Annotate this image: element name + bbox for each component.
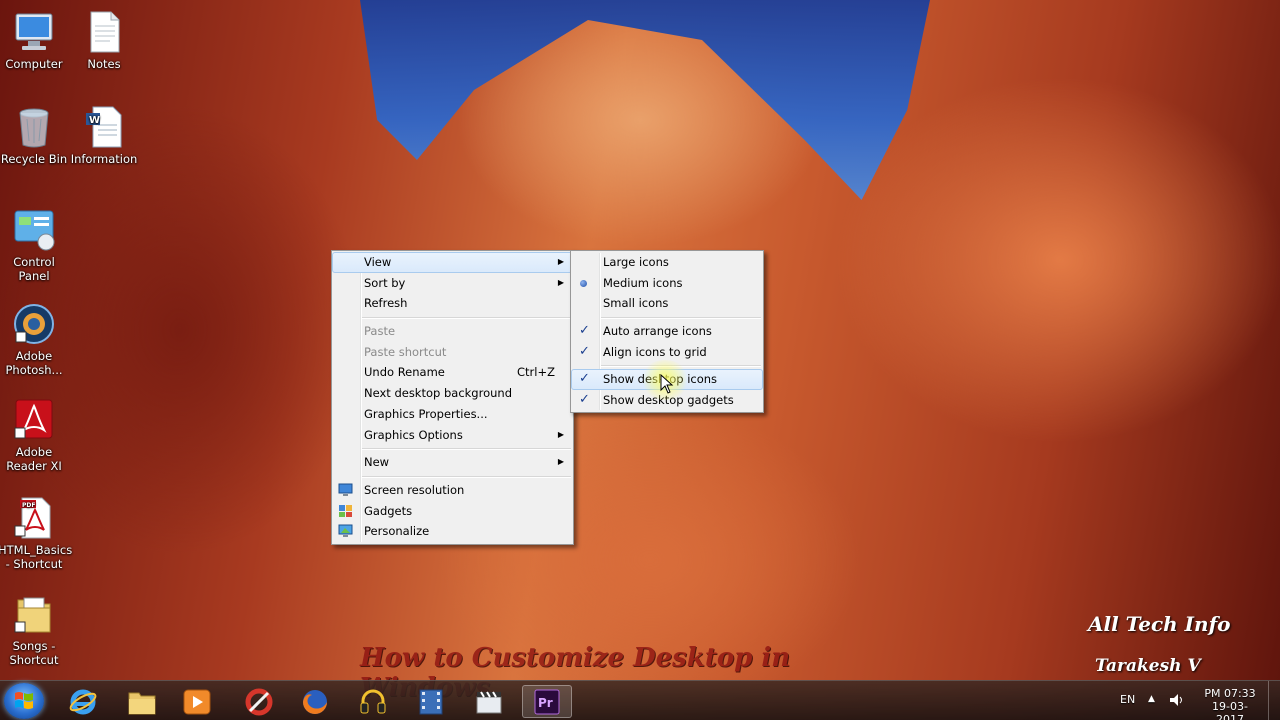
- desktop-context-menu: View ▶ Sort by ▶ Refresh Paste Paste short…: [331, 250, 574, 545]
- menu-item-auto-arrange-icons[interactable]: ✓ Auto arrange icons: [571, 321, 763, 342]
- internet-explorer-icon: [69, 689, 97, 714]
- submenu-arrow-icon: ▶: [557, 257, 564, 266]
- pdf-file-icon: PDF: [12, 496, 56, 540]
- menu-item-undo-rename[interactable]: Undo Rename Ctrl+Z: [332, 362, 573, 383]
- taskbar-clapperboard-app[interactable]: [464, 685, 514, 718]
- taskbar-premiere[interactable]: Pr: [522, 685, 572, 718]
- wallpaper-sky: [360, 0, 930, 200]
- menu-item-refresh[interactable]: Refresh: [332, 293, 573, 314]
- taskbar: Pr EN ▲ PM 07:33 19-03-2017: [0, 680, 1280, 720]
- taskbar-media-player[interactable]: [172, 685, 222, 718]
- desktop-icon-label: Control Panel: [13, 255, 55, 283]
- menu-item-view[interactable]: View ▶: [332, 252, 573, 273]
- desktop-icon-computer[interactable]: Computer: [0, 10, 70, 71]
- desktop-icon-notes[interactable]: Notes: [68, 10, 140, 71]
- desktop-icon-label: Computer: [5, 57, 63, 71]
- menu-item-graphics-options[interactable]: Graphics Options ▶: [332, 425, 573, 446]
- menu-item-new[interactable]: New ▶: [332, 452, 573, 473]
- radio-selected-icon: [580, 279, 587, 287]
- desktop-icon-html-basics[interactable]: PDF HTML_Basics - Shortcut: [0, 496, 73, 571]
- submenu-arrow-icon: ▶: [557, 457, 564, 467]
- taskbar-ccleaner[interactable]: [234, 685, 284, 718]
- windows-logo-icon: [15, 692, 33, 709]
- taskbar-firefox[interactable]: [290, 685, 340, 718]
- taskbar-internet-explorer[interactable]: [58, 685, 108, 718]
- submenu-arrow-icon: ▶: [557, 429, 564, 439]
- taskbar-audio-app[interactable]: [348, 685, 398, 718]
- menu-item-gadgets[interactable]: Gadgets: [332, 501, 573, 522]
- desktop-icon-adobe-photoshop[interactable]: Adobe Photosh...: [0, 302, 70, 377]
- desktop-icon-information[interactable]: W Information: [68, 105, 140, 166]
- language-indicator[interactable]: EN: [1120, 693, 1135, 706]
- menu-item-paste-shortcut[interactable]: Paste shortcut: [332, 342, 573, 363]
- svg-text:Pr: Pr: [538, 696, 553, 710]
- film-icon: [419, 689, 443, 714]
- control-panel-icon: [12, 208, 56, 252]
- menu-item-screen-resolution[interactable]: Screen resolution: [332, 480, 573, 501]
- watermark-logo: All Tech Info: [1088, 612, 1231, 636]
- desktop-icon-adobe-reader[interactable]: Adobe Reader XI: [0, 398, 70, 473]
- desktop-icon-label: Adobe Reader XI: [6, 445, 62, 473]
- show-desktop-button[interactable]: [1268, 681, 1280, 720]
- start-button[interactable]: [4, 683, 44, 719]
- menu-item-medium-icons[interactable]: Medium icons: [571, 273, 763, 294]
- adobe-reader-icon: [12, 398, 56, 442]
- menu-item-sort-by[interactable]: Sort by ▶: [332, 273, 573, 294]
- desktop-icon-label: HTML_Basics - Shortcut: [0, 543, 73, 571]
- menu-item-personalize[interactable]: Personalize: [332, 521, 573, 542]
- svg-text:W: W: [89, 115, 100, 126]
- folder-icon: [128, 692, 156, 714]
- checkmark-icon: ✓: [579, 392, 590, 408]
- gadgets-icon: [338, 504, 353, 518]
- screen-resolution-icon: [338, 483, 353, 497]
- desktop-icon-label: Notes: [87, 57, 121, 71]
- personalize-icon: [338, 524, 353, 538]
- submenu-arrow-icon: ▶: [557, 277, 564, 287]
- menu-item-large-icons[interactable]: Large icons: [571, 252, 763, 273]
- clock-time: PM 07:33: [1204, 687, 1256, 700]
- desktop-icon-label: Adobe Photosh...: [5, 349, 63, 377]
- clock[interactable]: PM 07:33 19-03-2017: [1200, 687, 1260, 720]
- menu-separator: [332, 314, 573, 321]
- media-player-icon: [183, 689, 211, 714]
- firefox-icon: [303, 689, 327, 714]
- text-file-icon: [82, 10, 126, 54]
- menu-item-small-icons[interactable]: Small icons: [571, 293, 763, 314]
- shortcut-text: Ctrl+Z: [517, 365, 555, 380]
- checkmark-icon: ✓: [579, 343, 590, 359]
- photoshop-icon: [12, 302, 56, 346]
- desktop-icon-songs[interactable]: Songs - Shortcut: [0, 592, 70, 667]
- menu-item-next-desktop-background[interactable]: Next desktop background: [332, 383, 573, 404]
- recycle-bin-icon: [12, 105, 56, 149]
- ccleaner-icon: [245, 688, 273, 715]
- desktop-icon-label: Songs - Shortcut: [9, 639, 59, 667]
- menu-separator: [332, 445, 573, 452]
- clock-date: 19-03-2017: [1212, 700, 1248, 720]
- premiere-icon: Pr: [534, 689, 560, 714]
- folder-icon: [12, 592, 56, 636]
- volume-icon[interactable]: [1168, 691, 1186, 712]
- desktop-icon-label: Recycle Bin: [0, 152, 68, 166]
- show-hidden-icons-icon[interactable]: ▲: [1148, 694, 1155, 704]
- checkmark-icon: ✓: [579, 371, 590, 387]
- menu-separator: [332, 473, 573, 480]
- taskbar-file-explorer[interactable]: [117, 685, 167, 718]
- clapperboard-icon: [476, 690, 502, 713]
- computer-icon: [12, 10, 56, 54]
- checkmark-icon: ✓: [579, 323, 590, 339]
- headphones-icon: [360, 689, 386, 713]
- svg-text:PDF: PDF: [22, 502, 35, 509]
- menu-item-paste[interactable]: Paste: [332, 321, 573, 342]
- mouse-pointer-icon: [660, 373, 674, 397]
- desktop-icon-label: Information: [70, 152, 138, 166]
- taskbar-video-app[interactable]: [406, 685, 456, 718]
- menu-separator: [571, 314, 763, 321]
- word-document-icon: W: [82, 105, 126, 149]
- desktop-icon-control-panel[interactable]: Control Panel: [0, 208, 70, 283]
- menu-item-graphics-properties[interactable]: Graphics Properties...: [332, 404, 573, 425]
- watermark-author: Tarakesh V: [1095, 656, 1201, 676]
- desktop-icon-recycle-bin[interactable]: Recycle Bin: [0, 105, 70, 166]
